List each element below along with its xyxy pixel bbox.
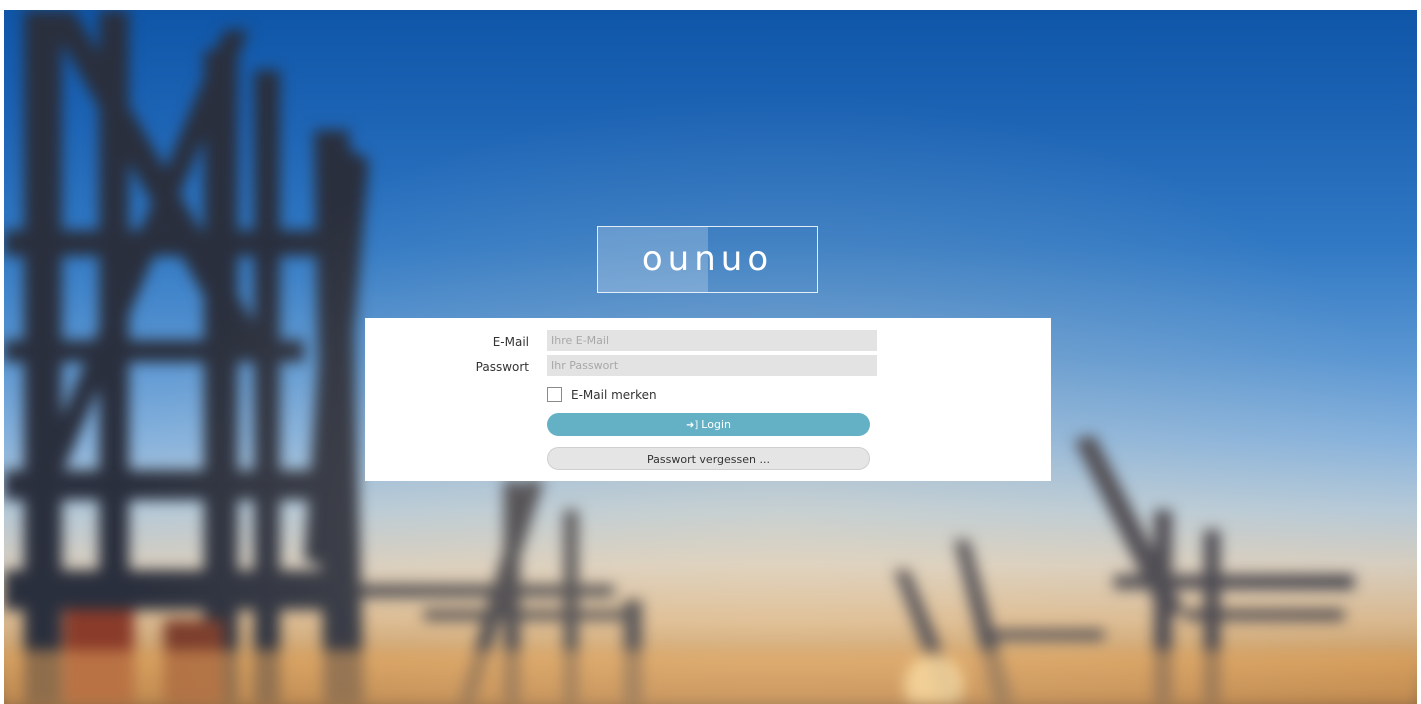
brand-logo: ounuo — [597, 226, 818, 293]
forgot-password-button[interactable]: Passwort vergessen ... — [547, 447, 870, 470]
forgot-password-label: Passwort vergessen ... — [647, 453, 770, 466]
logo-wordmark: ounuo — [641, 239, 774, 279]
login-page: ounuo E-Mail Passwort E-Mail merken ➜]Lo… — [0, 0, 1421, 704]
email-field[interactable] — [547, 330, 877, 351]
login-button-label: Login — [701, 418, 731, 431]
remember-email-row[interactable]: E-Mail merken — [547, 387, 657, 402]
email-label: E-Mail — [492, 335, 529, 349]
password-field[interactable] — [547, 355, 877, 376]
password-label: Passwort — [475, 360, 529, 374]
remember-email-checkbox[interactable] — [547, 387, 562, 402]
login-panel: E-Mail Passwort E-Mail merken ➜]Login Pa… — [365, 318, 1051, 481]
sign-in-icon: ➜] — [686, 420, 699, 431]
remember-email-label: E-Mail merken — [571, 387, 657, 402]
login-button[interactable]: ➜] Login — [547, 413, 870, 436]
